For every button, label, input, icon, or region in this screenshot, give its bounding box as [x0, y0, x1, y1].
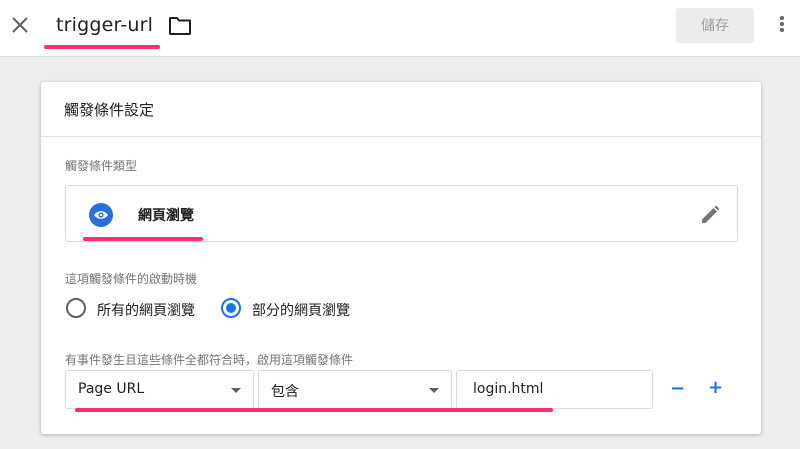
value-input-text: login.html — [473, 381, 544, 397]
variable-select-value: Page URL — [78, 381, 145, 397]
close-icon[interactable] — [8, 13, 32, 37]
operator-select[interactable]: 包含 — [258, 370, 452, 409]
trigger-name[interactable]: trigger-url — [56, 14, 153, 36]
radio-all-pageviews[interactable] — [66, 298, 86, 318]
remove-condition-button[interactable]: − — [670, 378, 685, 399]
caret-down-icon — [429, 388, 439, 393]
title-highlight-underline — [44, 45, 160, 49]
more-vert-icon[interactable] — [772, 14, 792, 38]
radio-all-pageviews-label[interactable]: 所有的網頁瀏覽 — [97, 300, 195, 320]
type-highlight-underline — [83, 237, 203, 241]
trigger-type-value: 網頁瀏覽 — [138, 208, 194, 224]
radio-some-pageviews-label[interactable]: 部分的網頁瀏覽 — [252, 300, 350, 320]
caret-down-icon — [231, 388, 241, 393]
radio-some-pageviews[interactable] — [221, 298, 241, 318]
operator-select-value: 包含 — [271, 384, 299, 400]
card-header: 觸發條件設定 — [41, 82, 761, 137]
trigger-type-label: 觸發條件類型 — [65, 159, 138, 173]
fire-condition-label: 這項觸發條件的啟動時機 — [65, 272, 198, 286]
folder-icon[interactable] — [168, 15, 192, 37]
value-input[interactable]: login.html — [456, 370, 653, 409]
condition-label: 有事件發生且這些條件全都符合時，啟用這項觸發條件 — [65, 353, 354, 367]
add-condition-button[interactable]: + — [708, 377, 723, 398]
pencil-icon[interactable] — [699, 204, 721, 226]
trigger-config-card: 觸發條件設定 觸發條件類型 網頁瀏覽 這項觸發條件的啟動時機 所有的網頁瀏覽 部… — [41, 82, 761, 434]
condition-highlight-underline — [75, 408, 553, 412]
variable-select[interactable]: Page URL — [65, 370, 254, 409]
trigger-type-selector[interactable]: 網頁瀏覽 — [65, 185, 738, 242]
eye-icon — [89, 203, 113, 227]
card-title: 觸發條件設定 — [64, 101, 155, 119]
save-button[interactable]: 儲存 — [676, 8, 754, 43]
